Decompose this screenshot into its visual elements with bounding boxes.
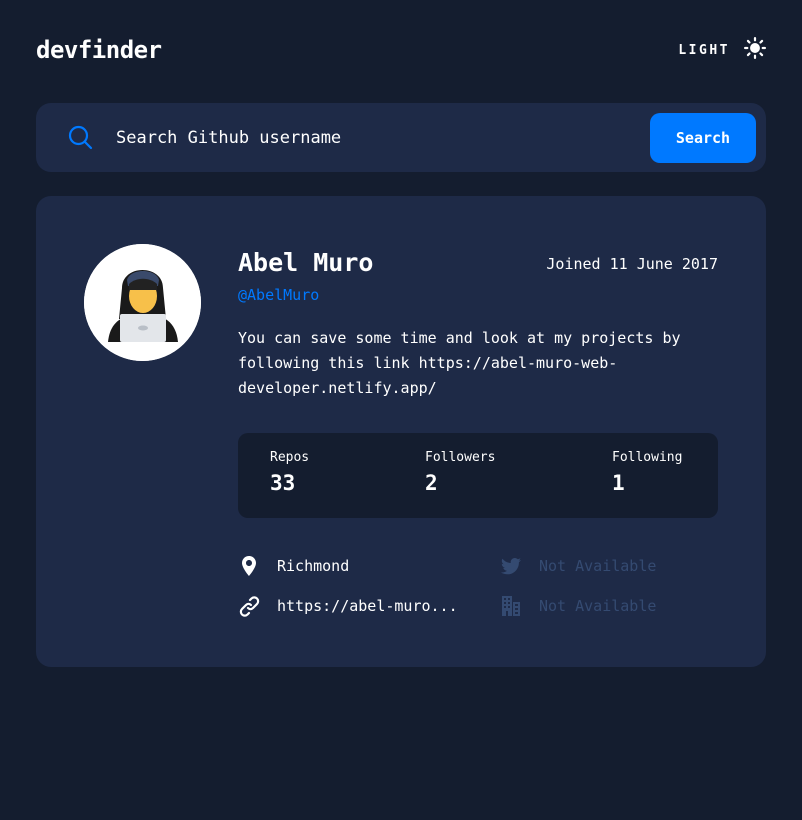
search-icon [68,125,93,150]
search-button[interactable]: Search [650,113,756,163]
stat-value: 1 [612,471,625,495]
stat-repos: Repos 33 [270,450,309,495]
stat-label: Following [612,450,683,465]
user-bio: You can save some time and look at my pr… [238,329,681,397]
stat-value: 2 [425,471,438,495]
stat-following: Following 1 [612,450,682,495]
profile-links: Richmond https://abel-muro... Not Availa… [238,554,718,634]
company-text: Not Available [539,597,657,615]
app-logo: devfinder [36,36,162,64]
stat-label: Followers [425,450,496,465]
avatar [84,244,201,361]
theme-toggle-button[interactable]: LIGHT [678,37,766,63]
stat-label: Repos [270,450,310,465]
twitter-icon [500,555,522,577]
stat-value: 33 [270,471,296,495]
twitter-text: Not Available [539,557,657,575]
search-bar: Search [36,103,766,172]
location-item: Richmond [238,554,349,578]
building-icon [500,595,522,617]
sun-icon [744,37,766,63]
link-icon [238,595,260,617]
blog-item[interactable]: https://abel-muro... [238,594,458,618]
twitter-item: Not Available [500,554,656,578]
map-pin-icon [238,555,260,577]
search-input[interactable] [116,123,636,153]
theme-toggle-label: LIGHT [678,42,730,58]
join-date: Joined 11 June 2017 [546,255,718,273]
user-login-link[interactable]: @AbelMuro [238,286,319,304]
location-text: Richmond [277,557,350,575]
user-name: Abel Muro [238,248,374,277]
blog-link[interactable]: https://abel-muro... [277,597,458,615]
stats-panel: Repos 33 Followers 2 Following 1 [238,433,718,518]
app-header: devfinder LIGHT [36,30,766,70]
company-item: Not Available [500,594,656,618]
stat-followers: Followers 2 [425,450,495,495]
profile-card: Abel Muro Joined 11 June 2017 @AbelMuro … [36,196,766,667]
